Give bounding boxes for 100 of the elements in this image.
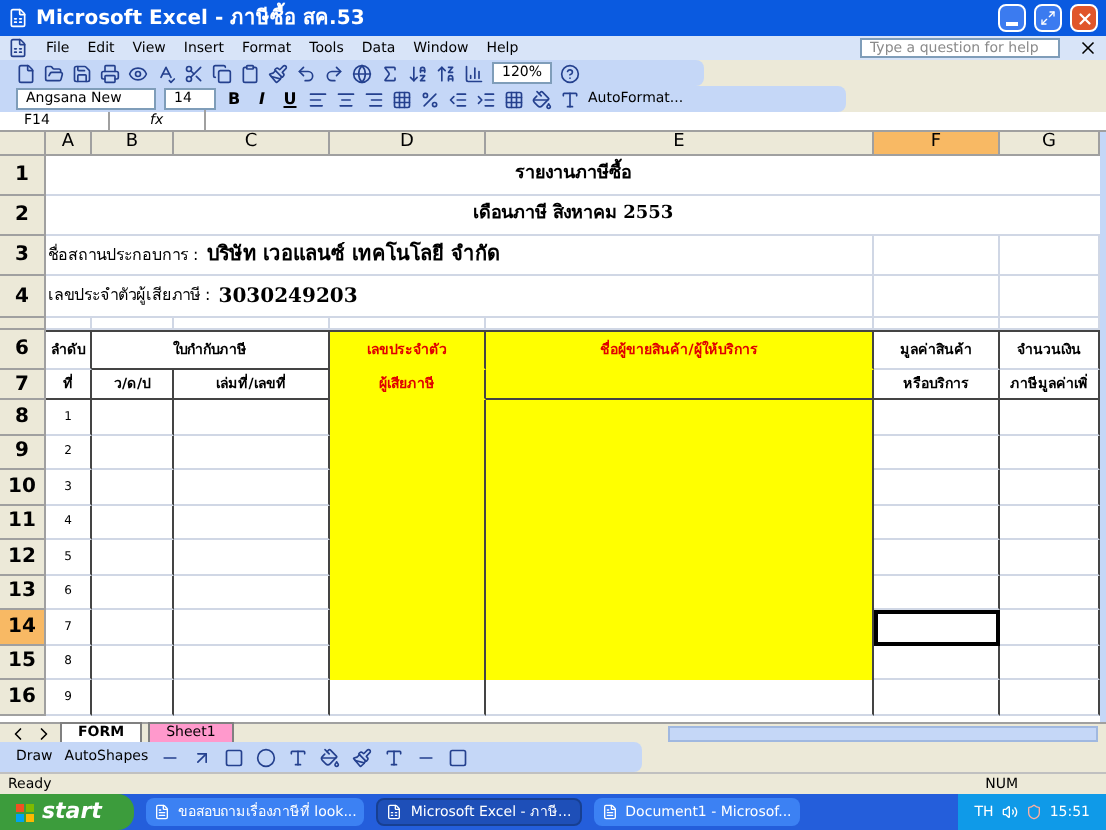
style-button[interactable]: I: [252, 91, 272, 107]
document-icon: [601, 804, 618, 820]
help-icon[interactable]: [560, 63, 580, 83]
row-header[interactable]: 1: [0, 156, 46, 196]
column-header[interactable]: C: [174, 132, 330, 156]
rectangle-icon[interactable]: [224, 747, 245, 767]
font-color-icon[interactable]: [560, 89, 580, 109]
table-cell: [1000, 505, 1100, 540]
row-header[interactable]: 13: [0, 575, 46, 610]
field-label: ชื่อสถานประกอบการ :: [48, 243, 199, 267]
new-file-icon[interactable]: [16, 63, 36, 83]
table-cell: [1000, 276, 1100, 318]
report-title: รายงานภาษีซื้อ: [515, 161, 631, 189]
sort-descending-icon[interactable]: [436, 63, 456, 83]
table-cell: [92, 470, 174, 505]
table-cell: [874, 435, 1000, 470]
align-center-icon[interactable]: [336, 89, 356, 109]
table-cell: [1000, 470, 1100, 505]
save-icon[interactable]: [72, 63, 92, 83]
spellcheck-icon[interactable]: [156, 63, 176, 83]
restore-icon: [1040, 10, 1056, 26]
align-left-icon[interactable]: [308, 89, 328, 109]
redo-icon[interactable]: [324, 63, 344, 83]
paintbrush-icon[interactable]: [268, 63, 288, 83]
font-color-icon[interactable]: [384, 747, 405, 767]
table-cell: [92, 645, 174, 680]
table-cell: [92, 435, 174, 470]
shadow-icon[interactable]: [448, 747, 469, 767]
row-header[interactable]: 11: [0, 505, 46, 540]
column-header[interactable]: A: [46, 132, 92, 156]
borders-icon[interactable]: [504, 89, 524, 109]
close-icon: [1075, 9, 1093, 27]
table-cell: [1000, 540, 1100, 575]
horizontal-scrollbar[interactable]: [668, 725, 1098, 741]
minimize-button[interactable]: [998, 4, 1026, 32]
row-header[interactable]: 15: [0, 645, 46, 680]
windows-logo-icon: [16, 803, 34, 821]
decrease-indent-icon[interactable]: [448, 89, 468, 109]
table-cell: [92, 400, 174, 435]
undo-icon[interactable]: [296, 63, 316, 83]
column-header[interactable]: G: [1000, 132, 1100, 156]
row-header[interactable]: 8: [0, 400, 46, 435]
sort-ascending-icon[interactable]: [408, 63, 428, 83]
oval-icon[interactable]: [256, 747, 277, 767]
row-header[interactable]: 3: [0, 236, 46, 276]
table-cell: [874, 575, 1000, 610]
fill-color-icon[interactable]: [532, 89, 552, 109]
row-header[interactable]: 2: [0, 196, 46, 236]
column-header[interactable]: E: [486, 132, 874, 156]
style-button[interactable]: B: [224, 91, 244, 107]
company-name: บริษัท เวอแลนซ์ เทคโนโลยี จำกัด: [206, 240, 500, 270]
text-box-icon[interactable]: [288, 747, 309, 767]
globe-icon[interactable]: [352, 63, 372, 83]
merge-icon[interactable]: [392, 89, 412, 109]
row-header[interactable]: 4: [0, 276, 46, 318]
printer-icon[interactable]: [100, 63, 120, 83]
line-color-icon[interactable]: [352, 747, 373, 767]
column-header[interactable]: B: [92, 132, 174, 156]
row-header[interactable]: 12: [0, 540, 46, 575]
align-right-icon[interactable]: [364, 89, 384, 109]
fill-color-icon[interactable]: [320, 747, 341, 767]
vertical-scrollbar[interactable]: [1100, 132, 1106, 722]
close-icon[interactable]: [1078, 38, 1098, 58]
column-header[interactable]: D: [330, 132, 486, 156]
field-label: เลขประจำตัวผู้เสียภาษี :: [48, 284, 211, 308]
copy-icon[interactable]: [212, 63, 232, 83]
table-cell: [874, 540, 1000, 575]
table-cell: [92, 610, 174, 645]
restore-button[interactable]: [1034, 4, 1062, 32]
increase-indent-icon[interactable]: [476, 89, 496, 109]
document-icon: [153, 804, 170, 820]
table-cell: [92, 540, 174, 575]
table-cell: [92, 680, 174, 715]
row-header[interactable]: 7: [0, 370, 46, 400]
percent-icon[interactable]: [420, 89, 440, 109]
sigma-icon[interactable]: [380, 63, 400, 83]
spreadsheet-icon[interactable]: [8, 38, 28, 58]
preview-icon[interactable]: [128, 63, 148, 83]
table-cell: [874, 645, 1000, 680]
column-header[interactable]: F: [874, 132, 1000, 156]
speaker-icon[interactable]: [1001, 804, 1018, 820]
chart-icon[interactable]: [464, 63, 484, 83]
spreadsheet-icon: [386, 804, 403, 820]
clipboard-icon[interactable]: [240, 63, 260, 83]
row-header[interactable]: 9: [0, 435, 46, 470]
active-cell[interactable]: [874, 610, 1000, 645]
close-button[interactable]: [1070, 4, 1098, 32]
folder-icon[interactable]: [44, 63, 64, 83]
table-cell: [874, 470, 1000, 505]
scissors-icon[interactable]: [184, 63, 204, 83]
table-cell: [1000, 435, 1100, 470]
table-cell: [1000, 680, 1100, 715]
tax-id: 3030249203: [218, 283, 358, 311]
row-header[interactable]: 16: [0, 680, 46, 715]
table-cell: [1000, 645, 1100, 680]
row-header[interactable]: 6: [0, 330, 46, 370]
row-header[interactable]: 10: [0, 470, 46, 505]
style-button[interactable]: U: [280, 91, 300, 107]
arrow-icon[interactable]: [192, 747, 213, 767]
row-header[interactable]: 14: [0, 610, 46, 645]
